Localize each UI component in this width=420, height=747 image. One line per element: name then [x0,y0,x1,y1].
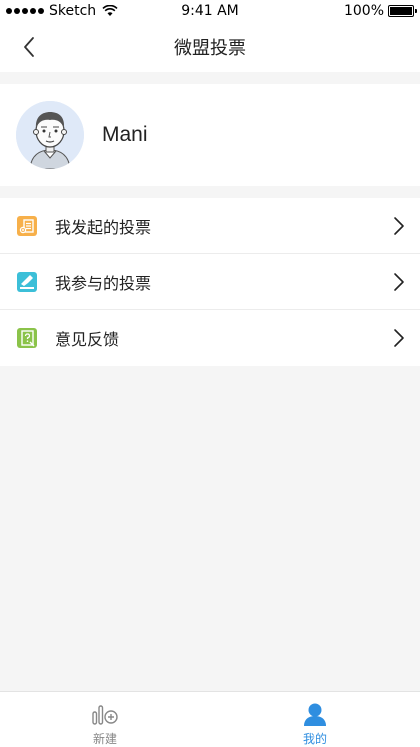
joined-votes-icon [16,271,38,293]
battery-icon [388,5,417,17]
menu-item-feedback[interactable]: 意见反馈 [0,310,420,366]
profile-card[interactable]: Mani [0,84,420,186]
page-title: 微盟投票 [174,38,246,59]
status-right: 100% [343,3,417,19]
tab-bar: 新建 我的 [0,691,420,747]
menu-item-created-votes[interactable]: 我发起的投票 [0,198,420,254]
avatar[interactable] [16,101,84,169]
tab-label-new: 新建 [92,732,117,746]
status-bar: Sketch 9:41 AM 100% [0,0,420,22]
menu-item-label: 我参与的投票 [55,273,152,293]
menu-item-label: 意见反馈 [55,330,120,349]
tab-me[interactable]: 我的 [210,692,420,747]
nav-bar: 微盟投票 [0,22,420,72]
battery-percent: 100% [343,3,384,19]
chevron-right-icon [394,217,404,235]
app-screen: Sketch 9:41 AM 100% 微盟投票 Mani 我发起的投票 我参与… [0,0,420,747]
feedback-icon [16,327,38,349]
user-name: Mani [102,123,148,146]
created-votes-icon [16,215,38,237]
tab-label-me: 我的 [302,732,327,746]
chevron-right-icon [394,329,404,347]
person-icon [304,703,326,726]
menu-list: 我发起的投票 我参与的投票 意见反馈 [0,198,420,366]
tab-new[interactable]: 新建 [0,692,210,747]
battery-fill [390,7,412,15]
new-poll-icon [92,705,118,725]
menu-item-label: 我发起的投票 [55,217,152,237]
cartoon-avatar-icon [16,101,84,169]
menu-item-joined-votes[interactable]: 我参与的投票 [0,254,420,310]
chevron-right-icon [394,273,404,291]
